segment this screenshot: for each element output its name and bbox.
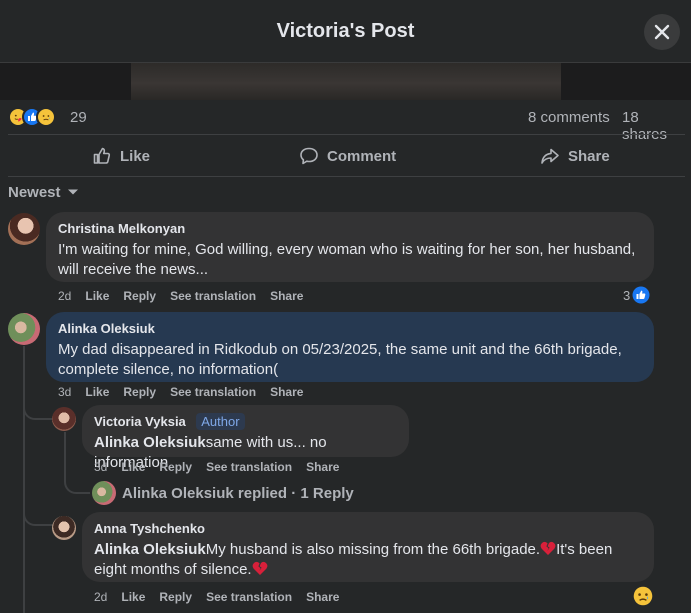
reply-share-button[interactable]: Share xyxy=(306,460,339,474)
comment-reply-button[interactable]: Reply xyxy=(123,385,156,399)
comment-translate-button[interactable]: See translation xyxy=(170,385,256,399)
share-icon xyxy=(541,148,559,164)
avatar[interactable] xyxy=(52,516,76,540)
thread-connector xyxy=(64,470,90,494)
comment-share-button[interactable]: Share xyxy=(270,289,303,303)
reply-share-button[interactable]: Share xyxy=(306,590,339,604)
reply-time[interactable]: 3d xyxy=(94,460,107,474)
thumbs-up-icon xyxy=(93,147,111,164)
comment-like-count: 3 xyxy=(623,287,631,303)
broken-heart-icon xyxy=(252,561,268,575)
comment-translate-button[interactable]: See translation xyxy=(170,289,256,303)
view-replies-link[interactable]: Alinka Oleksiuk replied · 1 Reply xyxy=(92,481,354,505)
divider xyxy=(8,176,685,177)
like-reaction-icon xyxy=(632,286,650,304)
comment-icon xyxy=(300,147,318,165)
reply-author[interactable]: Victoria Vyksia xyxy=(94,414,186,429)
comment-text: My dad disappeared in Ridkodub on 05/23/… xyxy=(58,341,622,378)
reply-like-button[interactable]: Like xyxy=(121,590,145,604)
sort-dropdown[interactable]: Newest xyxy=(8,182,79,202)
reactions-summary: 29 8 comments 18 shares xyxy=(8,105,685,143)
like-button[interactable]: Like xyxy=(92,140,150,172)
reply-text-part1: My husband is also missing from the 66th… xyxy=(205,541,541,558)
reply-bubble: Victoria Vyksia Author Alinka Oleksiuksa… xyxy=(82,405,409,471)
close-icon xyxy=(654,24,670,40)
modal-header: Victoria's Post xyxy=(0,0,691,63)
comment-like-button[interactable]: Like xyxy=(85,385,109,399)
broken-heart-icon xyxy=(540,541,556,555)
sad-reaction-icon xyxy=(633,586,653,606)
comment-reaction-badge[interactable]: 3 xyxy=(623,286,650,304)
reply-time[interactable]: 2d xyxy=(94,590,107,604)
post-media-strip xyxy=(0,63,691,100)
comment-text: I'm waiting for mine, God willing, every… xyxy=(58,241,636,278)
reply-actions: 2d Like Reply See translation Share xyxy=(94,588,339,606)
reply-author[interactable]: Anna Tyshchenko xyxy=(94,521,205,536)
post-image[interactable] xyxy=(131,63,561,100)
comment-share-button[interactable]: Share xyxy=(270,385,303,399)
comment-reply-button[interactable]: Reply xyxy=(123,289,156,303)
comment-actions: 2d Like Reply See translation Share xyxy=(58,287,303,305)
close-button[interactable] xyxy=(644,14,680,50)
reply-actions: 3d Like Reply See translation Share xyxy=(94,458,339,476)
reaction-icons[interactable] xyxy=(8,107,64,127)
comment-bubble: Christina Melkonyan I'm waiting for mine… xyxy=(46,212,654,282)
replied-summary: Alinka Oleksiuk replied · 1 Reply xyxy=(122,484,354,502)
share-button[interactable]: Share xyxy=(540,140,610,172)
reply-reaction-badge[interactable] xyxy=(633,586,653,606)
mention-link[interactable]: Alinka Oleksiuk xyxy=(94,434,206,451)
mention-link[interactable]: Alinka Oleksiuk xyxy=(94,541,206,558)
sort-label: Newest xyxy=(8,183,61,201)
comment-author[interactable]: Christina Melkonyan xyxy=(58,221,185,236)
caret-down-icon xyxy=(67,189,78,195)
comment-button-label: Comment xyxy=(327,147,397,165)
reply-like-button[interactable]: Like xyxy=(121,460,145,474)
avatar[interactable] xyxy=(8,313,40,345)
shares-count[interactable]: 18 shares xyxy=(622,109,685,143)
reply-translate-button[interactable]: See translation xyxy=(206,590,292,604)
reply-reply-button[interactable]: Reply xyxy=(159,460,192,474)
comment-author[interactable]: Alinka Oleksiuk xyxy=(58,321,155,336)
divider xyxy=(8,134,685,135)
comment-actions: 3d Like Reply See translation Share xyxy=(58,383,303,401)
like-button-label: Like xyxy=(120,147,151,165)
avatar[interactable] xyxy=(8,213,40,245)
comment-time[interactable]: 2d xyxy=(58,289,71,303)
avatar[interactable] xyxy=(52,407,76,431)
reaction-count[interactable]: 29 xyxy=(70,109,87,126)
post-title: Victoria's Post xyxy=(276,20,415,42)
thread-connector xyxy=(23,506,53,526)
sad-reaction-icon xyxy=(36,107,56,127)
author-badge: Author xyxy=(196,413,245,430)
comment-time[interactable]: 3d xyxy=(58,385,71,399)
reply-reply-button[interactable]: Reply xyxy=(159,590,192,604)
avatar xyxy=(92,481,116,505)
reply-translate-button[interactable]: See translation xyxy=(206,460,292,474)
comment-like-button[interactable]: Like xyxy=(85,289,109,303)
thread-line xyxy=(23,346,25,613)
comment-button[interactable]: Comment xyxy=(299,140,396,172)
reply-bubble: Anna Tyshchenko Alinka OleksiukMy husban… xyxy=(82,512,654,582)
comment-bubble: Alinka Oleksiuk My dad disappeared in Ri… xyxy=(46,312,654,382)
thread-connector xyxy=(23,400,53,420)
share-button-label: Share xyxy=(568,147,610,165)
comments-count[interactable]: 8 comments xyxy=(528,109,610,126)
